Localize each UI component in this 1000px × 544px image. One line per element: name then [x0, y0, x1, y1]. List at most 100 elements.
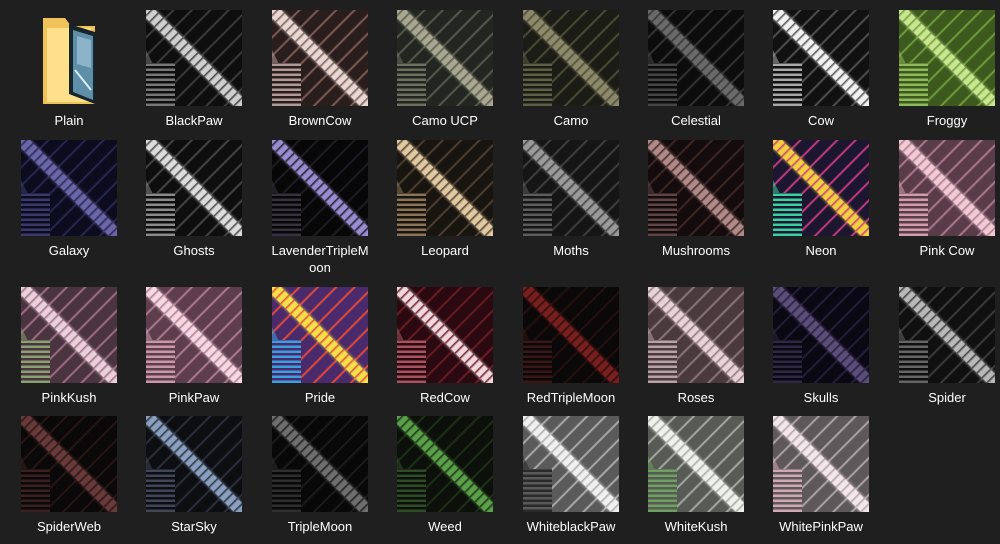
thumbnail-bars	[272, 62, 301, 106]
thumbnail-image	[272, 140, 368, 236]
file-item-ghosts[interactable]: Ghosts	[134, 140, 254, 259]
file-label: Mushrooms	[662, 243, 730, 258]
thumbnail-bars	[146, 62, 175, 106]
file-label: Spider	[928, 390, 966, 405]
thumbnail-image	[773, 140, 869, 236]
file-item-blackpaw[interactable]: BlackPaw	[134, 10, 254, 129]
file-label: Cow	[807, 113, 834, 128]
file-item-lavendertriplemoon[interactable]: LavenderTripleMoon	[260, 140, 380, 276]
thumbnail-bars	[523, 192, 552, 236]
file-label: BlackPaw	[165, 113, 223, 128]
file-label: Moths	[553, 243, 589, 258]
file-item-pinkpaw[interactable]: PinkPaw	[134, 287, 254, 406]
thumbnail-bars	[648, 192, 677, 236]
thumbnail-image	[899, 287, 995, 383]
thumbnail-image	[899, 10, 995, 106]
file-item-pride[interactable]: Pride	[260, 287, 380, 406]
thumbnail-bars	[397, 468, 426, 512]
file-item-spider[interactable]: Spider	[887, 287, 1000, 406]
thumbnail-image	[146, 287, 242, 383]
thumbnail-image	[21, 416, 117, 512]
thumbnail-image	[397, 416, 493, 512]
thumbnail-bars	[648, 62, 677, 106]
file-label: StarSky	[171, 519, 217, 534]
file-item-browncow[interactable]: BrownCow	[260, 10, 380, 129]
file-label: LavenderTripleMoon	[271, 243, 369, 275]
file-label: PinkPaw	[168, 390, 220, 405]
thumbnail-bars	[21, 339, 50, 383]
thumbnail-bars	[397, 62, 426, 106]
thumbnail-image	[146, 140, 242, 236]
file-item-neon[interactable]: Neon	[761, 140, 881, 259]
thumbnail-bars	[899, 339, 928, 383]
file-item-triplemoon[interactable]: TripleMoon	[260, 416, 380, 535]
file-label: Skulls	[803, 390, 839, 405]
file-label: TripleMoon	[287, 519, 353, 534]
thumbnail-bars	[648, 339, 677, 383]
thumbnail-bars	[773, 62, 802, 106]
file-label: Pink Cow	[919, 243, 975, 258]
file-item-mushrooms[interactable]: Mushrooms	[636, 140, 756, 259]
file-item-camo-ucp[interactable]: Camo UCP	[385, 10, 505, 129]
thumbnail-bars	[773, 468, 802, 512]
folder-label: Plain	[54, 113, 84, 128]
file-item-froggy[interactable]: Froggy	[887, 10, 1000, 129]
thumbnail-bars	[397, 192, 426, 236]
file-label: PinkKush	[41, 390, 97, 405]
thumbnail-bars	[523, 62, 552, 106]
thumbnail-image	[272, 10, 368, 106]
thumbnail-bars	[146, 468, 175, 512]
thumbnail-bars	[523, 468, 552, 512]
file-item-celestial[interactable]: Celestial	[636, 10, 756, 129]
thumbnail-image	[648, 416, 744, 512]
file-grid: Plain BlackPaw BrownCow Camo UCP Camo Celest…	[0, 0, 1000, 544]
file-item-camo[interactable]: Camo	[511, 10, 631, 129]
file-item-moths[interactable]: Moths	[511, 140, 631, 259]
thumbnail-bars	[773, 192, 802, 236]
file-label: WhiteblackPaw	[526, 519, 616, 534]
thumbnail-image	[397, 287, 493, 383]
file-item-redcow[interactable]: RedCow	[385, 287, 505, 406]
file-item-galaxy[interactable]: Galaxy	[9, 140, 129, 259]
thumbnail-bars	[397, 339, 426, 383]
file-item-redtriplemoon[interactable]: RedTripleMoon	[511, 287, 631, 406]
file-label: Camo	[553, 113, 589, 128]
file-label: Neon	[805, 243, 837, 258]
file-label: Weed	[428, 519, 462, 534]
thumbnail-bars	[648, 468, 677, 512]
file-label: RedTripleMoon	[526, 390, 616, 405]
file-item-spiderweb[interactable]: SpiderWeb	[9, 416, 129, 535]
file-item-roses[interactable]: Roses	[636, 287, 756, 406]
file-label: RedCow	[420, 390, 470, 405]
file-item-weed[interactable]: Weed	[385, 416, 505, 535]
file-label: Roses	[677, 390, 715, 405]
file-item-pink-cow[interactable]: Pink Cow	[887, 140, 1000, 259]
thumbnail-image	[397, 140, 493, 236]
file-item-skulls[interactable]: Skulls	[761, 287, 881, 406]
thumbnail-image	[523, 287, 619, 383]
thumbnail-image	[648, 10, 744, 106]
thumbnail-image	[523, 10, 619, 106]
file-item-whitekush[interactable]: WhiteKush	[636, 416, 756, 535]
thumbnail-image	[773, 287, 869, 383]
thumbnail-image	[397, 10, 493, 106]
file-item-leopard[interactable]: Leopard	[385, 140, 505, 259]
thumbnail-image	[773, 10, 869, 106]
thumbnail-bars	[146, 192, 175, 236]
thumbnail-bars	[272, 339, 301, 383]
file-label: WhiteKush	[664, 519, 728, 534]
file-item-whitepinkpaw[interactable]: WhitePinkPaw	[761, 416, 881, 535]
thumbnail-bars	[773, 339, 802, 383]
thumbnail-image	[648, 140, 744, 236]
thumbnail-image	[523, 140, 619, 236]
folder-item-plain[interactable]: Plain	[9, 10, 129, 129]
file-item-starsky[interactable]: StarSky	[134, 416, 254, 535]
thumbnail-image	[146, 416, 242, 512]
file-item-cow[interactable]: Cow	[761, 10, 881, 129]
thumbnail-image	[899, 140, 995, 236]
thumbnail-image	[21, 287, 117, 383]
file-item-whiteblackpaw[interactable]: WhiteblackPaw	[511, 416, 631, 535]
file-label: Leopard	[421, 243, 469, 258]
file-label: BrownCow	[288, 113, 352, 128]
file-item-pinkkush[interactable]: PinkKush	[9, 287, 129, 406]
